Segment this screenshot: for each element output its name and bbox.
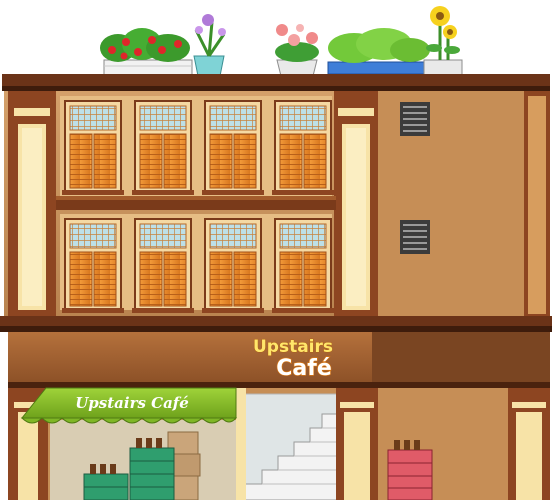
shuttered-window (272, 100, 334, 195)
main-sign-line2: Café (276, 356, 331, 381)
ground-pillar-center (336, 388, 378, 500)
vent-grille-lower-icon (400, 220, 430, 254)
shuttered-window (202, 218, 264, 313)
left-shutter (279, 133, 303, 189)
right-shutter (93, 251, 117, 307)
window-transom-grid (209, 223, 257, 249)
left-shutter (69, 251, 93, 307)
awning-sign-text: Upstairs Café (75, 394, 189, 412)
shuttered-window (62, 218, 124, 313)
window-transom-grid (69, 223, 117, 249)
shuttered-window (132, 218, 194, 313)
strawberry-planter-icon (100, 28, 193, 77)
roof-cornice (2, 74, 550, 91)
left-shutter (69, 133, 93, 189)
right-shutter (303, 133, 327, 189)
ground-pillar-right (508, 388, 550, 500)
shuttered-window (272, 218, 334, 313)
window-transom-grid (139, 223, 187, 249)
main-sign-line1: Upstairs (253, 337, 333, 357)
right-shutter (93, 133, 117, 189)
left-shutter (279, 251, 303, 307)
purple-flower-pot-icon (193, 14, 226, 77)
staircase (243, 393, 339, 500)
right-shutter (303, 251, 327, 307)
rooftop-plants (100, 6, 463, 77)
window-transom-grid (279, 223, 327, 249)
shuttered-window (202, 100, 264, 195)
window-transom-grid (69, 105, 117, 131)
right-shutter (233, 251, 257, 307)
shuttered-window (62, 100, 124, 195)
left-shutter (139, 251, 163, 307)
left-shutter (209, 251, 233, 307)
window-transom-grid (279, 105, 327, 131)
ground-pillar-middle (236, 388, 246, 500)
window-transom-grid (139, 105, 187, 131)
right-shutter (163, 251, 187, 307)
shuttered-window (132, 100, 194, 195)
left-pilaster (8, 91, 56, 317)
shop-awning: Upstairs Café (20, 387, 238, 424)
left-shutter (209, 133, 233, 189)
window-transom-grid (209, 105, 257, 131)
right-shutter (163, 133, 187, 189)
cafe-building-scene: Upstairs Café Upstairs Café (0, 6, 552, 500)
left-shutter (139, 133, 163, 189)
sunflower-pot-icon (423, 6, 463, 77)
green-shrub-planter-icon (327, 28, 430, 75)
vent-grille-upper-icon (400, 102, 430, 136)
right-shutter (233, 133, 257, 189)
center-pilaster (334, 91, 378, 317)
pink-flower-pot-icon (275, 24, 319, 77)
